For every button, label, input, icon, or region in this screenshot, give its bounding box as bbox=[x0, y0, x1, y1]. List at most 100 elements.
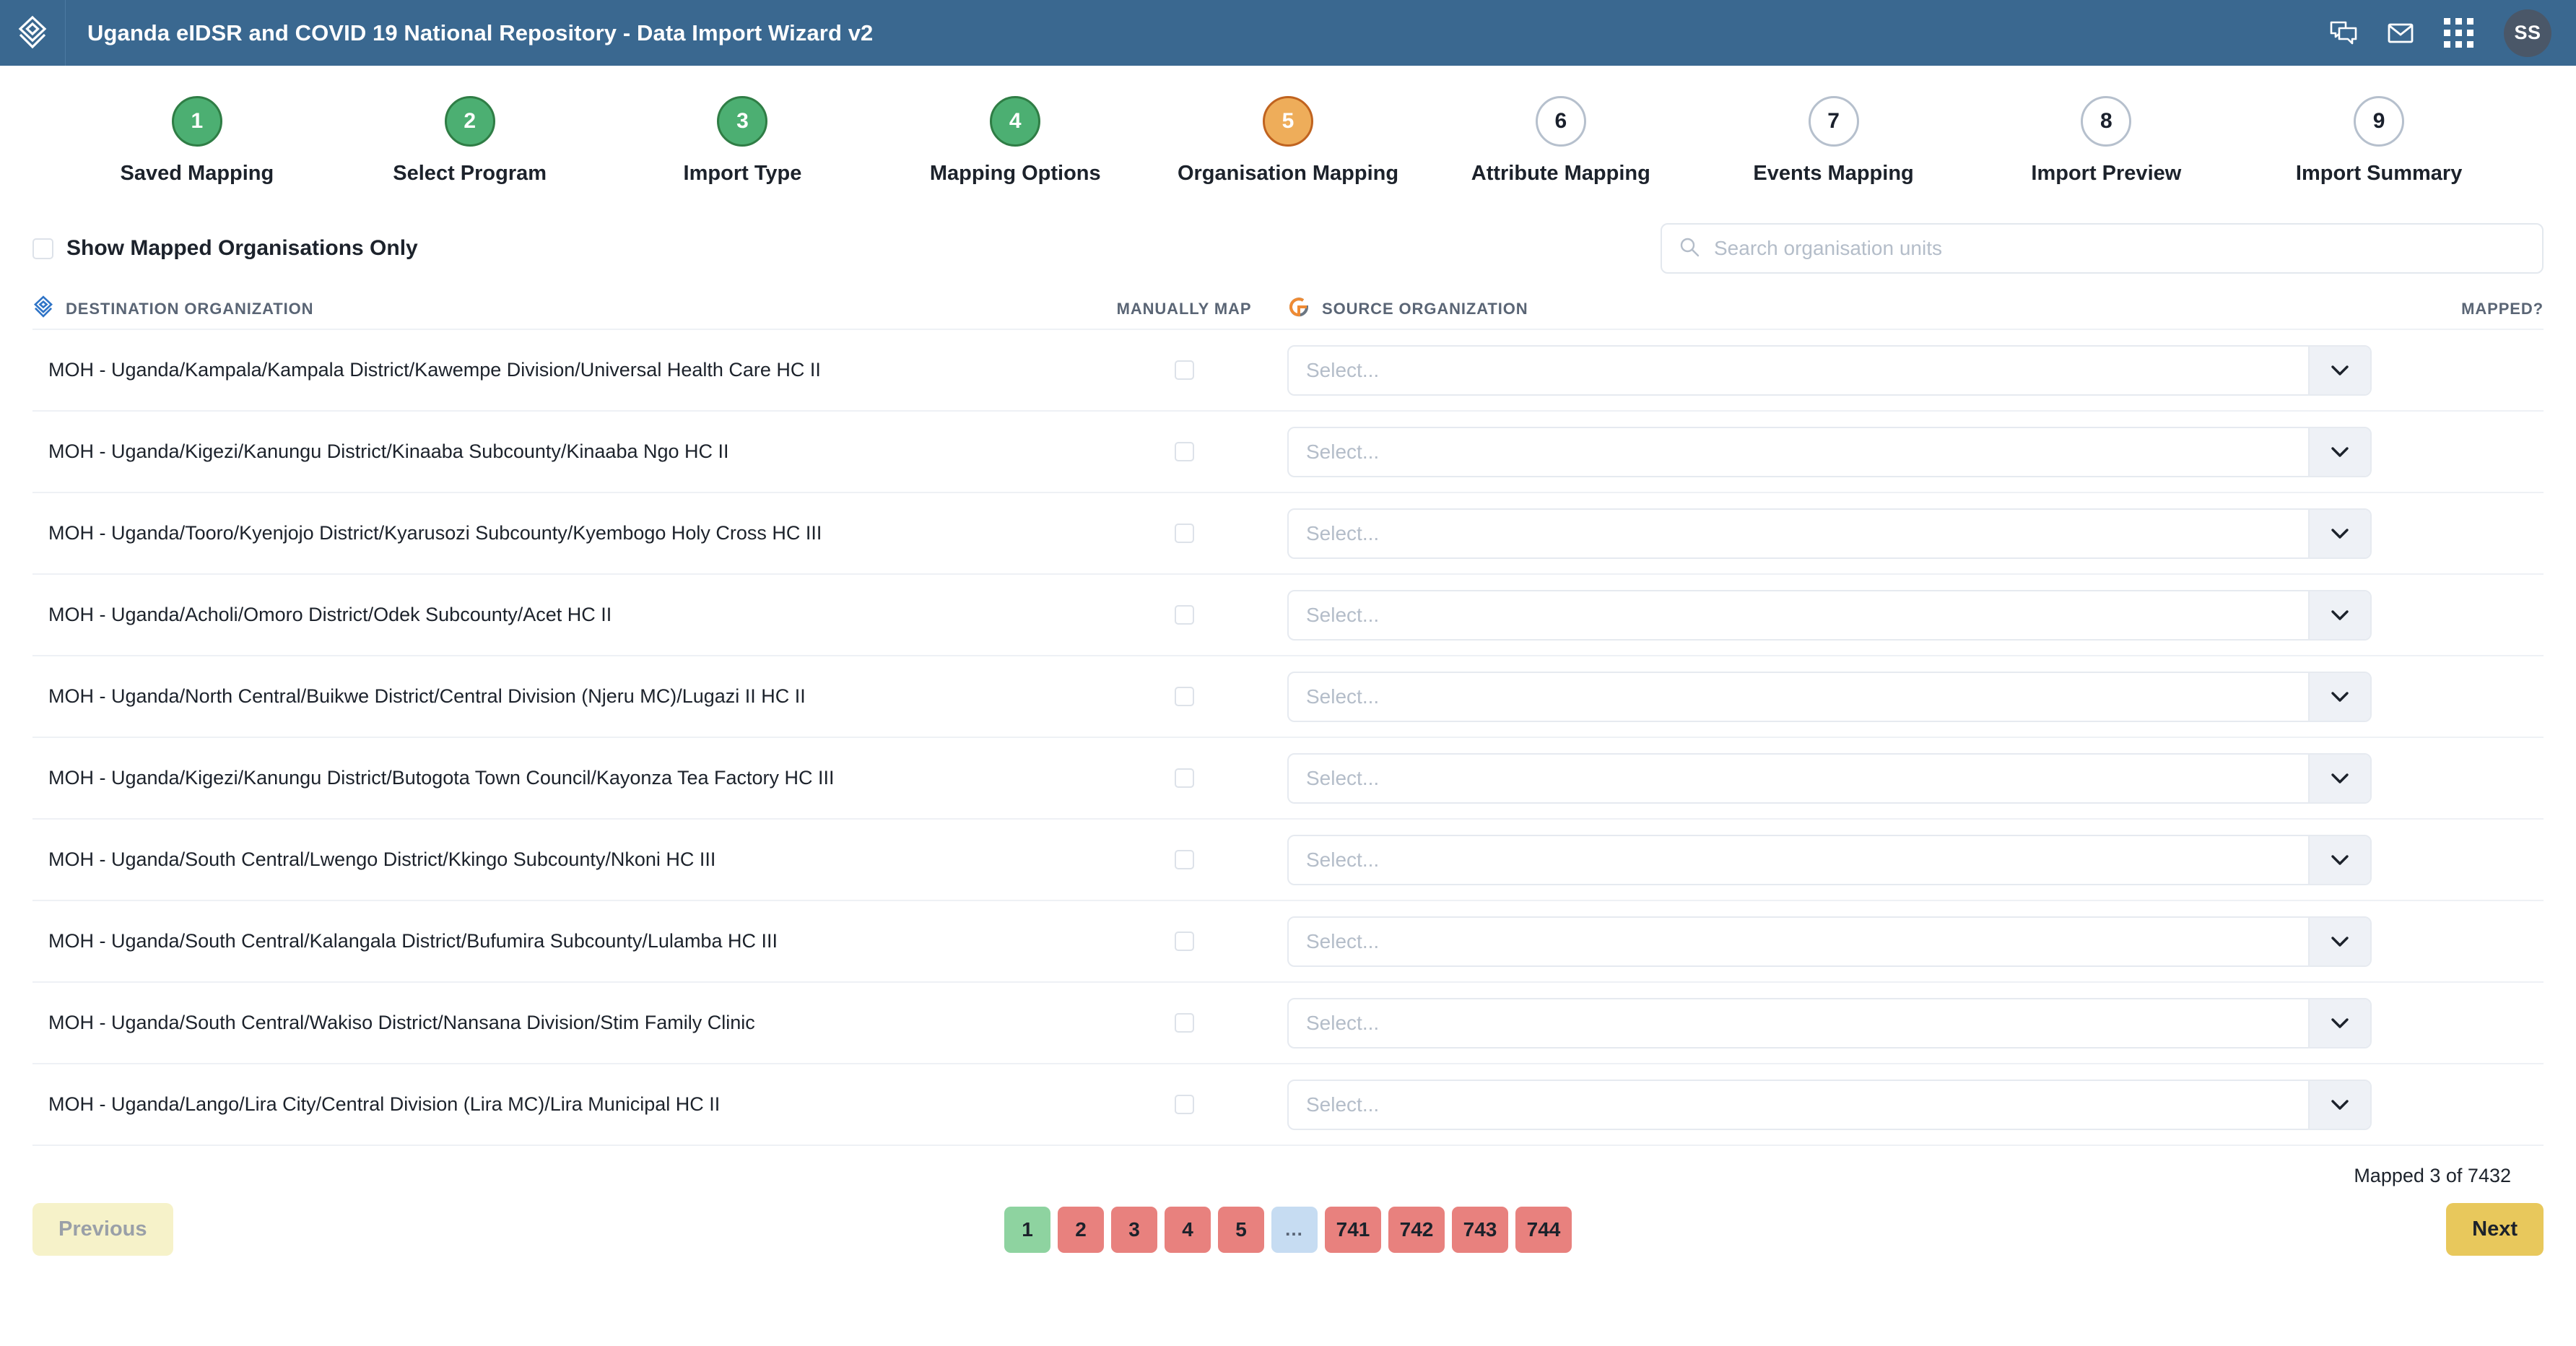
source-organization-cell: Select... bbox=[1260, 344, 2372, 396]
search-input[interactable] bbox=[1713, 236, 2525, 261]
source-organization-select[interactable]: Select... bbox=[1287, 997, 2372, 1048]
wizard-footer: Previous 1 2 3 4 5… 741 742 743 744 Next bbox=[0, 1187, 2576, 1256]
pagination-page-2[interactable]: 2 bbox=[1058, 1206, 1104, 1253]
pagination-page-744[interactable]: 744 bbox=[1515, 1206, 1572, 1253]
godata-g-logo-icon bbox=[1287, 295, 1310, 323]
manually-map-cell bbox=[1108, 442, 1260, 461]
source-organization-cell: Select... bbox=[1260, 508, 2372, 559]
source-organization-select[interactable]: Select... bbox=[1287, 752, 2372, 804]
manually-map-checkbox[interactable] bbox=[1174, 605, 1194, 625]
chevron-down-icon[interactable] bbox=[2308, 999, 2370, 1047]
destination-organization-cell: MOH - Uganda/Lango/Lira City/Central Div… bbox=[48, 1093, 721, 1115]
manually-map-checkbox[interactable] bbox=[1174, 1095, 1194, 1114]
pagination: 1 2 3 4 5… 741 742 743 744 bbox=[1004, 1206, 1572, 1253]
pagination-page-5[interactable]: 5 bbox=[1218, 1206, 1264, 1253]
header-destination-organization: DESTINATION ORGANIZATION bbox=[32, 295, 1108, 324]
manually-map-checkbox[interactable] bbox=[1174, 442, 1194, 461]
avatar[interactable]: SS bbox=[2504, 9, 2551, 57]
source-organization-select-value: Select... bbox=[1306, 603, 1380, 626]
next-button[interactable]: Next bbox=[2446, 1203, 2544, 1256]
pagination-ellipsis[interactable]: … bbox=[1271, 1206, 1318, 1253]
chevron-down-icon[interactable] bbox=[2308, 754, 2370, 802]
wizard-step-label: Saved Mapping bbox=[120, 162, 274, 185]
source-organization-select-value: Select... bbox=[1306, 358, 1380, 381]
manually-map-checkbox[interactable] bbox=[1174, 1013, 1194, 1033]
mail-icon[interactable] bbox=[2388, 23, 2414, 43]
manually-map-checkbox[interactable] bbox=[1174, 360, 1194, 380]
source-organization-select[interactable]: Select... bbox=[1287, 589, 2372, 641]
wizard-step-3[interactable]: 3 Import Type bbox=[606, 96, 879, 186]
manually-map-cell bbox=[1108, 1013, 1260, 1033]
manually-map-checkbox[interactable] bbox=[1174, 932, 1194, 951]
wizard-step-label: Select Program bbox=[393, 162, 547, 185]
chevron-down-icon[interactable] bbox=[2308, 509, 2370, 557]
source-organization-select[interactable]: Select... bbox=[1287, 426, 2372, 477]
table-row: MOH - Uganda/South Central/Lwengo Distri… bbox=[32, 820, 2544, 901]
pagination-page-3[interactable]: 3 bbox=[1111, 1206, 1157, 1253]
wizard-step-1[interactable]: 1 Saved Mapping bbox=[61, 96, 334, 186]
destination-organization-cell: MOH - Uganda/Tooro/Kyenjojo District/Kya… bbox=[48, 522, 822, 544]
messages-icon[interactable] bbox=[2330, 21, 2357, 45]
app-header: Uganda eIDSR and COVID 19 National Repos… bbox=[0, 0, 2576, 66]
wizard-step-number: 7 bbox=[1808, 96, 1859, 147]
source-organization-select[interactable]: Select... bbox=[1287, 1079, 2372, 1130]
show-mapped-only-toggle[interactable]: Show Mapped Organisations Only bbox=[32, 236, 418, 261]
chevron-down-icon[interactable] bbox=[2308, 835, 2370, 884]
wizard-step-7[interactable]: 7 Events Mapping bbox=[1697, 96, 1970, 186]
wizard-step-5[interactable]: 5 Organisation Mapping bbox=[1152, 96, 1424, 186]
source-organization-cell: Select... bbox=[1260, 1079, 2372, 1130]
pagination-page-742[interactable]: 742 bbox=[1388, 1206, 1445, 1253]
source-organization-cell: Select... bbox=[1260, 671, 2372, 722]
manually-map-checkbox[interactable] bbox=[1174, 524, 1194, 543]
table-header-row: DESTINATION ORGANIZATION MANUALLY MAP SO… bbox=[32, 290, 2544, 330]
chevron-down-icon[interactable] bbox=[2308, 672, 2370, 721]
manually-map-checkbox[interactable] bbox=[1174, 850, 1194, 869]
source-organization-select[interactable]: Select... bbox=[1287, 508, 2372, 559]
destination-organization-cell: MOH - Uganda/South Central/Kalangala Dis… bbox=[48, 930, 778, 952]
chevron-down-icon[interactable] bbox=[2308, 427, 2370, 476]
wizard-step-number: 2 bbox=[444, 96, 495, 147]
manually-map-checkbox[interactable] bbox=[1174, 687, 1194, 706]
chevron-down-icon[interactable] bbox=[2308, 591, 2370, 639]
manually-map-cell bbox=[1108, 360, 1260, 380]
source-organization-select[interactable]: Select... bbox=[1287, 916, 2372, 967]
wizard-step-9[interactable]: 9 Import Summary bbox=[2242, 96, 2515, 186]
source-organization-select[interactable]: Select... bbox=[1287, 344, 2372, 396]
manually-map-cell bbox=[1108, 850, 1260, 869]
manually-map-checkbox[interactable] bbox=[1174, 768, 1194, 788]
previous-button[interactable]: Previous bbox=[32, 1203, 173, 1256]
wizard-step-6[interactable]: 6 Attribute Mapping bbox=[1424, 96, 1697, 186]
header-actions: SS bbox=[2330, 9, 2576, 57]
table-row: MOH - Uganda/South Central/Wakiso Distri… bbox=[32, 983, 2544, 1064]
mapped-count: Mapped 3 of 7432 bbox=[2354, 1165, 2511, 1186]
pagination-page-4[interactable]: 4 bbox=[1165, 1206, 1211, 1253]
source-organization-select-value: Select... bbox=[1306, 685, 1380, 708]
manually-map-cell bbox=[1108, 687, 1260, 706]
destination-organization-cell: MOH - Uganda/Kigezi/Kanungu District/Kin… bbox=[48, 440, 729, 462]
table-row: MOH - Uganda/Kigezi/Kanungu District/Kin… bbox=[32, 412, 2544, 493]
search-icon bbox=[1679, 237, 1700, 261]
dhis2-diamond-logo-icon[interactable] bbox=[0, 0, 66, 66]
search-organisation-units[interactable] bbox=[1661, 223, 2544, 274]
source-organization-select-value: Select... bbox=[1306, 848, 1380, 871]
pagination-page-741[interactable]: 741 bbox=[1325, 1206, 1381, 1253]
wizard-step-number: 1 bbox=[171, 96, 222, 147]
source-organization-select-value: Select... bbox=[1306, 440, 1380, 463]
wizard-step-4[interactable]: 4 Mapping Options bbox=[879, 96, 1152, 186]
wizard-step-2[interactable]: 2 Select Program bbox=[334, 96, 606, 186]
wizard-step-8[interactable]: 8 Import Preview bbox=[1970, 96, 2242, 186]
apps-grid-icon[interactable] bbox=[2444, 18, 2473, 48]
source-organization-cell: Select... bbox=[1260, 997, 2372, 1048]
pagination-page-743[interactable]: 743 bbox=[1452, 1206, 1508, 1253]
table-row: MOH - Uganda/Tooro/Kyenjojo District/Kya… bbox=[32, 493, 2544, 575]
chevron-down-icon[interactable] bbox=[2308, 1080, 2370, 1129]
pagination-page-1[interactable]: 1 bbox=[1004, 1206, 1050, 1253]
chevron-down-icon[interactable] bbox=[2308, 346, 2370, 394]
manually-map-cell bbox=[1108, 932, 1260, 951]
source-organization-select[interactable]: Select... bbox=[1287, 834, 2372, 885]
chevron-down-icon[interactable] bbox=[2308, 917, 2370, 965]
wizard-step-number: 3 bbox=[717, 96, 768, 147]
table-row: MOH - Uganda/Kigezi/Kanungu District/But… bbox=[32, 738, 2544, 820]
source-organization-select[interactable]: Select... bbox=[1287, 671, 2372, 722]
show-mapped-only-checkbox[interactable] bbox=[32, 238, 53, 259]
